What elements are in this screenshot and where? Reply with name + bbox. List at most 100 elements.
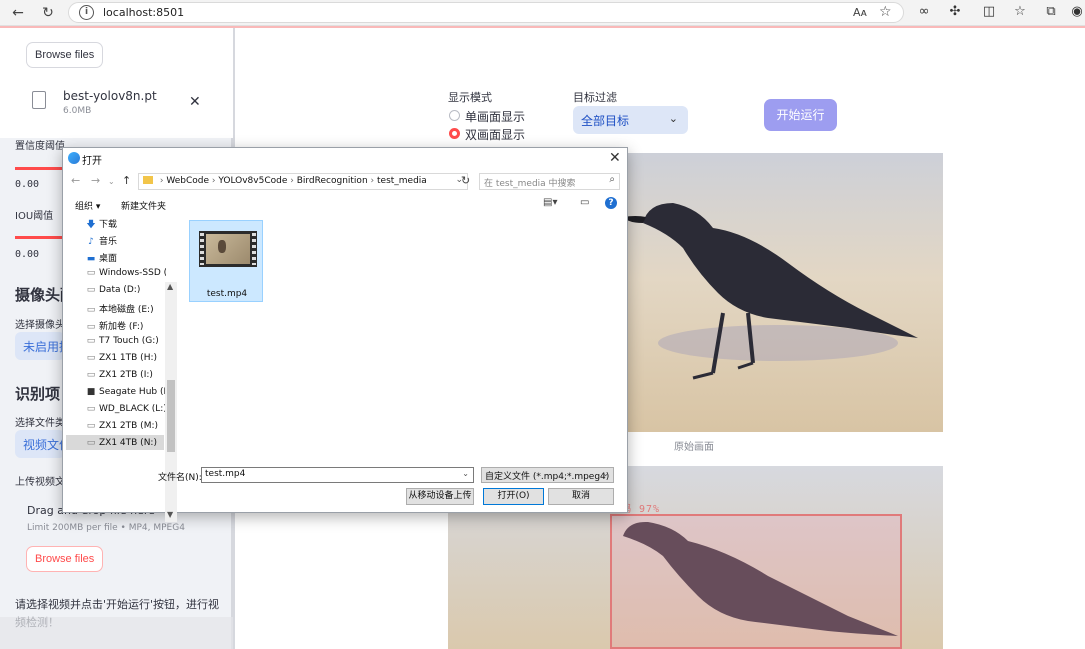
- radio-double-label[interactable]: 双画面显示: [465, 126, 525, 143]
- search-icon: ⌕: [609, 174, 615, 185]
- file-tile-test-mp4[interactable]: test.mp4: [189, 220, 263, 302]
- extensions-puzzle-icon[interactable]: ✣: [946, 3, 964, 21]
- filename-dropdown-icon[interactable]: ⌄: [462, 469, 469, 478]
- filetype-select[interactable]: 自定义文件 (*.mp4;*.mpeg4) ⌄: [481, 467, 614, 483]
- back-icon[interactable]: ←: [8, 3, 28, 23]
- tree-item-label: Seagate Hub (K:): [99, 387, 166, 397]
- drive-icon: ▭: [86, 404, 96, 414]
- drive-icon: ▭: [86, 285, 96, 295]
- tree-item-drive-i[interactable]: ▭ ZX1 2TB (I:): [86, 370, 166, 380]
- tree-item-drive-g[interactable]: ▭ T7 Touch (G:): [86, 336, 166, 346]
- tree-item-label: 本地磁盘 (E:): [99, 305, 154, 315]
- tree-item-desktop[interactable]: ▬ 桌面: [86, 251, 166, 264]
- file-type-select[interactable]: 视频文件: [15, 430, 65, 458]
- run-button[interactable]: 开始运行: [764, 99, 837, 131]
- view-options-icon[interactable]: ▤▾: [543, 197, 557, 208]
- tree-item-drive-n[interactable]: ▭ ZX1 4TB (N:): [86, 438, 166, 448]
- breadcrumb[interactable]: › WebCode › YOLOv8v5Code › BirdRecogniti…: [138, 173, 468, 190]
- help-icon[interactable]: ?: [605, 197, 617, 209]
- radio-single-label[interactable]: 单画面显示: [465, 108, 525, 125]
- address-bar[interactable]: i localhost:8501 Aᴀ ☆: [68, 2, 904, 23]
- camera-select[interactable]: 未启用摄像头: [15, 332, 65, 360]
- split-screen-icon[interactable]: ◫: [980, 3, 998, 21]
- new-folder-button[interactable]: 新建文件夹: [121, 199, 166, 212]
- download-icon: 🡇: [86, 220, 96, 230]
- tree-item-label: Windows-SSD (C:): [99, 268, 166, 278]
- info-icon[interactable]: i: [79, 5, 94, 20]
- tree-item-drive-d[interactable]: ▭ Data (D:): [86, 285, 166, 295]
- filename-input[interactable]: test.mp4 ⌄: [201, 467, 474, 483]
- remove-file-icon[interactable]: ✕: [189, 94, 201, 110]
- read-aloud-icon[interactable]: Aᴀ: [853, 6, 867, 19]
- target-filter-select[interactable]: 全部目标 ⌄: [573, 106, 688, 134]
- organize-menu[interactable]: 组织 ▾: [75, 199, 100, 212]
- nav-back-icon[interactable]: ←: [71, 174, 80, 187]
- browse-files-button-bottom[interactable]: Browse files: [26, 546, 104, 572]
- tree-item-drive-k[interactable]: ■Seagate Hub (K:): [86, 387, 166, 397]
- tree-item-label: 桌面: [99, 254, 118, 264]
- thumbnail-picture: [206, 234, 250, 264]
- refresh-icon[interactable]: ↻: [461, 174, 470, 187]
- tree-item-label: ZX1 1TB (H:): [99, 353, 157, 363]
- nav-history-chevron-icon[interactable]: ⌄: [108, 177, 115, 186]
- dialog-search-placeholder: 在 test_media 中搜索: [484, 179, 576, 189]
- tree-item-drive-e[interactable]: ▭ 本地磁盘 (E:): [86, 302, 166, 315]
- dialog-search-input[interactable]: 在 test_media 中搜索 ⌕: [479, 173, 620, 190]
- film-holes-right: [252, 233, 256, 265]
- tree-item-drive-m[interactable]: ▭ ZX1 2TB (M:): [86, 421, 166, 431]
- tree-item-drive-h[interactable]: ▭ ZX1 1TB (H:): [86, 353, 166, 363]
- display-mode-label: 显示模式: [448, 91, 492, 104]
- desktop-icon: ▬: [86, 254, 96, 264]
- video-thumbnail-icon: [199, 231, 257, 267]
- breadcrumb-item-3[interactable]: test_media: [377, 176, 427, 186]
- extensions-infinity-icon[interactable]: ∞: [915, 3, 933, 21]
- scrollbar-thumb[interactable]: [167, 380, 175, 452]
- tree-item-drive-f[interactable]: ▭ 新加卷 (F:): [86, 319, 166, 332]
- favorite-star-icon[interactable]: ☆: [879, 4, 892, 20]
- folder-tree: 🡇下载 ♪音乐 ▬桌面 ▭Windows-SSD (C:) ▭Data (D:)…: [64, 215, 177, 522]
- breadcrumb-item-2[interactable]: BirdRecognition: [297, 176, 368, 186]
- target-filter-value: 全部目标: [581, 114, 630, 128]
- tree-item-downloads[interactable]: 🡇 下载: [86, 217, 166, 233]
- chevron-down-icon: ⌄: [668, 112, 678, 125]
- breadcrumb-item-0[interactable]: WebCode: [166, 176, 209, 186]
- detection-bounding-box: [610, 514, 902, 649]
- dialog-titlebar[interactable]: 打开 ✕: [63, 148, 627, 170]
- dialog-title: 打开: [82, 156, 102, 167]
- thumbnail-bird: [218, 240, 226, 253]
- collections-icon[interactable]: ⧉: [1042, 3, 1060, 21]
- film-holes-left: [200, 233, 204, 265]
- tree-item-label: WD_BLACK (L:): [99, 404, 166, 414]
- scroll-down-icon[interactable]: ▼: [167, 510, 173, 519]
- radio-double[interactable]: [449, 128, 460, 139]
- nav-forward-icon[interactable]: →: [91, 174, 100, 187]
- drive-icon: ▭: [86, 322, 96, 332]
- tree-scrollbar[interactable]: ▲ ▼: [165, 282, 177, 522]
- tree-item-drive-c[interactable]: ▭Windows-SSD (C:): [86, 268, 166, 278]
- drive-icon: ▭: [86, 438, 96, 448]
- nav-up-icon[interactable]: ↑: [122, 174, 131, 187]
- radio-single[interactable]: [449, 110, 460, 121]
- scroll-up-icon[interactable]: ▲: [167, 282, 173, 291]
- open-button[interactable]: 打开(O): [483, 488, 544, 505]
- tree-item-label: 新加卷 (F:): [99, 322, 144, 332]
- confidence-value: 0.00: [15, 179, 40, 190]
- sidebar-bottom-fade: [0, 617, 233, 649]
- mobile-upload-button[interactable]: 从移动设备上传: [406, 488, 474, 505]
- favorites-icon[interactable]: ☆: [1011, 3, 1029, 21]
- profile-icon[interactable]: ◉: [1068, 3, 1085, 21]
- tree-item-music[interactable]: ♪ 音乐: [86, 234, 166, 247]
- camera-select-label: 选择摄像头: [15, 320, 65, 331]
- cancel-button[interactable]: 取消: [548, 488, 614, 505]
- filetype-dropdown-icon: ⌄: [602, 469, 609, 478]
- iou-label: IOU阈值: [15, 211, 54, 222]
- breadcrumb-item-1[interactable]: YOLOv8v5Code: [218, 176, 287, 186]
- browse-files-button-top[interactable]: Browse files: [26, 42, 104, 68]
- tree-item-drive-l[interactable]: ▭ WD_BLACK (L:): [86, 404, 166, 414]
- tree-item-label: T7 Touch (G:): [99, 336, 159, 346]
- reload-icon[interactable]: ↻: [38, 3, 58, 23]
- tree-item-label: ZX1 2TB (I:): [99, 370, 153, 380]
- dialog-close-icon[interactable]: ✕: [609, 150, 621, 166]
- preview-pane-icon[interactable]: ▭: [580, 197, 589, 208]
- filename-value: test.mp4: [205, 469, 246, 479]
